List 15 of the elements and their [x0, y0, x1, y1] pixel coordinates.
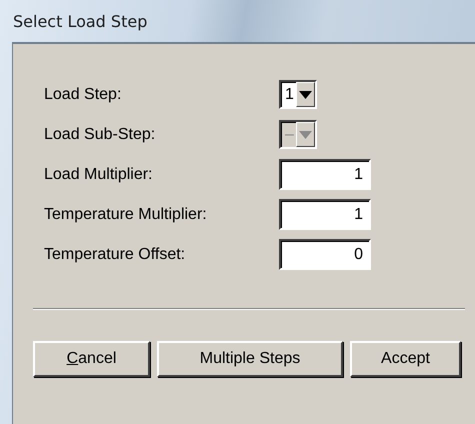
field-label: Temperature Offset: [44, 246, 186, 264]
caret-icon [299, 90, 312, 98]
field-label: Temperature Multiplier: [44, 206, 208, 224]
dialog-button[interactable]: Cancel [33, 341, 150, 377]
field-label: Load Step: [44, 86, 122, 104]
field-label: Load Multiplier: [44, 166, 154, 184]
window-title: Select Load Step [13, 12, 148, 30]
input-field[interactable]: 1 [279, 159, 371, 190]
dialog-button[interactable]: Accept [350, 341, 461, 377]
field-label: Load Sub-Step: [44, 126, 156, 144]
caret-icon [299, 130, 312, 138]
dropdown[interactable]: 1 [279, 80, 317, 109]
dialog-button[interactable]: Multiple Steps [157, 341, 343, 377]
input-field[interactable]: 0 [279, 239, 371, 270]
input-field[interactable]: 1 [279, 199, 371, 230]
